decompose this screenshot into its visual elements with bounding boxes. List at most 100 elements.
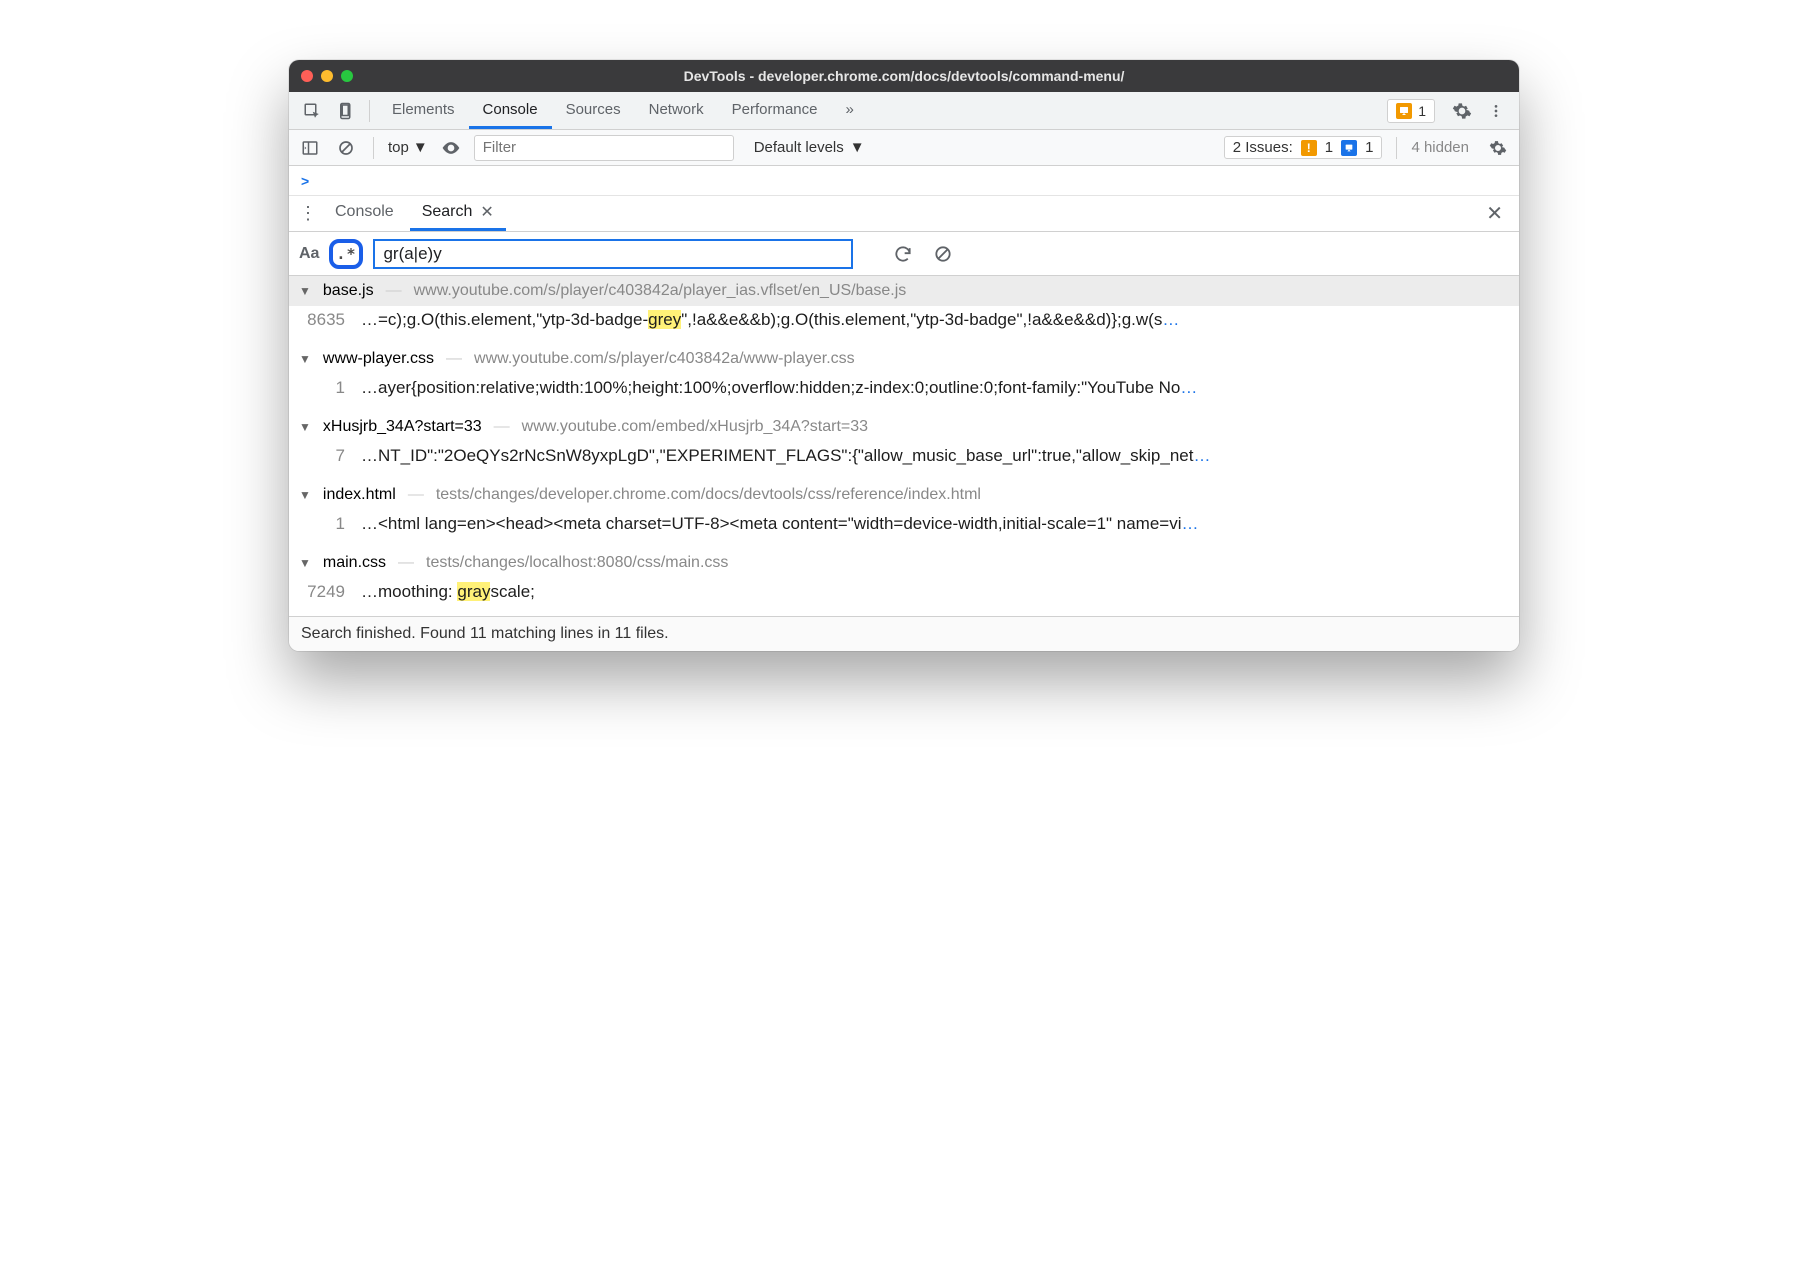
traffic-lights [301, 70, 353, 82]
titlebar: DevTools - developer.chrome.com/docs/dev… [289, 60, 1519, 92]
result-file-header[interactable]: ▼ index.html — tests/changes/developer.chro… [289, 480, 1519, 510]
ellipsis: … [1162, 310, 1179, 329]
file-name: www-player.css [323, 350, 434, 368]
result-row[interactable]: 1 …ayer{position:relative;width:100%;heig… [289, 374, 1519, 412]
main-toolbar: Elements Console Sources Network Perform… [289, 92, 1519, 130]
issues-button[interactable]: 2 Issues: ! 1 1 [1224, 136, 1383, 159]
refresh-icon[interactable] [893, 244, 913, 264]
info-count: 1 [1365, 139, 1373, 156]
search-results: ▼ base.js — www.youtube.com/s/player/c40384… [289, 276, 1519, 616]
drawer-tab-console[interactable]: Console [323, 196, 406, 231]
settings-icon[interactable] [1447, 96, 1477, 126]
disclosure-triangle-icon: ▼ [299, 352, 311, 366]
context-dropdown[interactable]: top ▼ [388, 139, 428, 156]
separator: — [446, 350, 462, 368]
minimize-window-button[interactable] [321, 70, 333, 82]
file-path: tests/changes/developer.chrome.com/docs/… [436, 486, 981, 504]
file-path: www.youtube.com/s/player/c403842a/player… [414, 282, 907, 300]
line-number: 8635 [299, 310, 345, 330]
file-name: index.html [323, 486, 396, 504]
sidebar-toggle-icon[interactable] [297, 135, 323, 161]
kebab-menu-icon[interactable] [1481, 96, 1511, 126]
file-name: base.js [323, 282, 374, 300]
device-toggle-icon[interactable] [331, 96, 361, 126]
error-count: 1 [1418, 103, 1426, 119]
warning-icon: ! [1301, 140, 1317, 156]
tab-performance[interactable]: Performance [718, 92, 832, 129]
result-row[interactable]: 1 …<html lang=en><head><meta charset=UTF-… [289, 510, 1519, 548]
close-icon[interactable]: ✕ [480, 202, 493, 222]
result-file-header[interactable]: ▼base.js—www.youtube.com/s/player/c40384… [289, 276, 1519, 306]
highlight: gray [457, 582, 490, 601]
panel-tabs: Elements Console Sources Network Perform… [378, 92, 868, 129]
close-window-button[interactable] [301, 70, 313, 82]
tab-elements[interactable]: Elements [378, 92, 469, 129]
window-title: DevTools - developer.chrome.com/docs/dev… [301, 68, 1507, 84]
warn-count: 1 [1325, 139, 1333, 156]
drawer-tab-label: Search [422, 203, 473, 221]
disclosure-triangle-icon: ▼ [299, 556, 311, 570]
drawer-tab-search[interactable]: Search ✕ [410, 196, 506, 231]
console-prompt[interactable]: > [289, 166, 1519, 196]
result-row[interactable]: 8635 …=c);g.O(this.element,"ytp-3d-badge-… [289, 306, 1519, 344]
result-row[interactable]: 7249…moothing: grayscale; [289, 578, 1519, 616]
maximize-window-button[interactable] [341, 70, 353, 82]
more-tabs-button[interactable]: » [832, 92, 868, 129]
file-name: main.css [323, 554, 386, 572]
log-levels-dropdown[interactable]: Default levels ▼ [754, 139, 865, 156]
separator: — [398, 554, 414, 572]
line-number: 1 [299, 514, 345, 534]
line-number: 7 [299, 446, 345, 466]
hidden-count[interactable]: 4 hidden [1411, 139, 1469, 156]
drawer-tabs: ⋮ Console Search ✕ ✕ [289, 196, 1519, 232]
tab-console[interactable]: Console [469, 92, 552, 129]
result-row[interactable]: 7 …NT_ID":"2OeQYs2rNcSnW8yxpLgD","EXPERIM… [289, 442, 1519, 480]
clear-icon[interactable] [933, 244, 953, 264]
line-text: …NT_ID":"2OeQYs2rNcSnW8yxpLgD","EXPERIME… [361, 446, 1210, 466]
errors-badge[interactable]: 1 [1387, 99, 1435, 123]
status-bar: Search finished. Found 11 matching lines… [289, 616, 1519, 651]
disclosure-triangle-icon: ▼ [299, 420, 311, 434]
ellipsis: … [1182, 514, 1199, 533]
ellipsis: … [1180, 378, 1197, 397]
info-icon [1341, 140, 1357, 156]
levels-label: Default levels [754, 139, 844, 156]
prompt-caret: > [301, 173, 309, 189]
separator [373, 137, 374, 159]
file-path: www.youtube.com/embed/xHusjrb_34A?start=… [522, 418, 868, 436]
highlight: grey [648, 310, 681, 329]
result-file-header[interactable]: ▼xHusjrb_34A?start=33—www.youtube.com/em… [289, 412, 1519, 442]
separator: — [494, 418, 510, 436]
eye-icon[interactable] [438, 135, 464, 161]
search-input[interactable] [373, 239, 853, 269]
result-file-header[interactable]: ▼ www-player.css — www.youtube.com/s/player… [289, 344, 1519, 374]
line-number: 7249 [299, 582, 345, 602]
close-drawer-icon[interactable]: ✕ [1478, 201, 1511, 226]
filter-input[interactable] [474, 135, 734, 161]
separator [1396, 137, 1397, 159]
error-icon [1396, 103, 1412, 119]
chevron-down-icon: ▼ [413, 139, 428, 156]
result-file-header[interactable]: ▼ main.css — tests/changes/localhost:8080/c… [289, 548, 1519, 578]
line-number: 1 [299, 378, 345, 398]
clear-console-icon[interactable] [333, 135, 359, 161]
disclosure-triangle-icon: ▼ [299, 488, 311, 502]
case-sensitive-toggle[interactable]: Aa [299, 245, 319, 263]
tab-sources[interactable]: Sources [552, 92, 635, 129]
context-label: top [388, 139, 409, 156]
line-text: …<html lang=en><head><meta charset=UTF-8… [361, 514, 1199, 534]
tab-network[interactable]: Network [635, 92, 718, 129]
line-text: …=c);g.O(this.element,"ytp-3d-badge-grey… [361, 310, 1179, 330]
inspect-element-icon[interactable] [297, 96, 327, 126]
file-path: tests/changes/localhost:8080/css/main.cs… [426, 554, 728, 572]
console-toolbar: top ▼ Default levels ▼ 2 Issues: ! 1 1 4… [289, 130, 1519, 166]
file-path: www.youtube.com/s/player/c403842a/www-pl… [474, 350, 855, 368]
line-text: …ayer{position:relative;width:100%;heigh… [361, 378, 1197, 398]
issues-label: 2 Issues: [1233, 139, 1293, 156]
separator: — [386, 282, 402, 300]
separator: — [408, 486, 424, 504]
console-settings-icon[interactable] [1485, 135, 1511, 161]
regex-toggle[interactable]: .* [329, 239, 363, 269]
drawer-menu-icon[interactable]: ⋮ [297, 203, 319, 224]
search-toolbar: Aa .* [289, 232, 1519, 276]
